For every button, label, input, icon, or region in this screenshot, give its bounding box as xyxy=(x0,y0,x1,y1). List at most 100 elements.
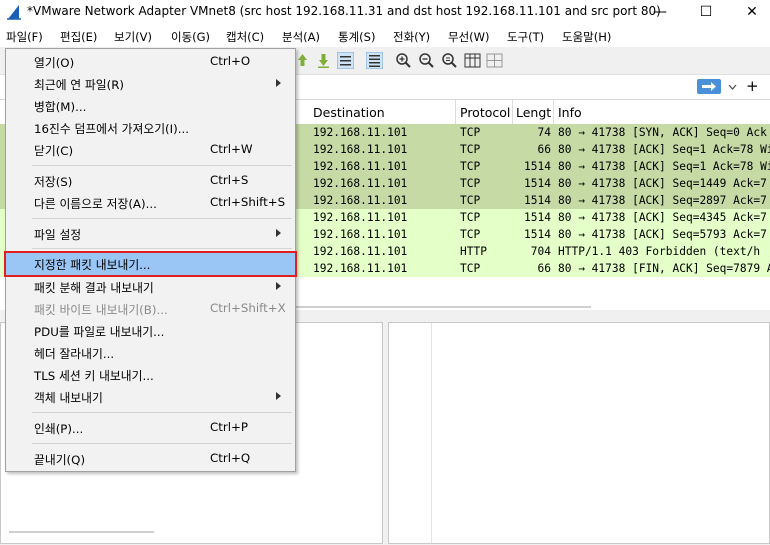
packet-bytes-pane[interactable] xyxy=(388,322,770,544)
menu-bar: 파일(F) 편집(E) 보기(V) 이동(G) 캡처(C) 분석(A) 통계(S… xyxy=(0,25,770,47)
packet-info: 80 → 41738 [ACK] Seq=5793 Ack=7 xyxy=(558,228,767,241)
packet-destination: 192.168.11.101 xyxy=(313,262,408,275)
packet-length: 1514 xyxy=(524,177,551,190)
zoom-reset-icon[interactable] xyxy=(441,52,458,69)
add-filter-button[interactable]: + xyxy=(746,77,759,95)
packet-length: 704 xyxy=(530,245,551,258)
close-button[interactable]: ✕ xyxy=(729,0,770,25)
title-bar: *VMware Network Adapter VMnet8 (src host… xyxy=(0,0,770,25)
window-title: *VMware Network Adapter VMnet8 (src host… xyxy=(27,4,661,18)
packet-length: 1514 xyxy=(524,211,551,224)
menu-open-recent[interactable]: 최근에 연 파일(R) xyxy=(6,73,295,95)
menu-help[interactable]: 도움말(H) xyxy=(562,29,611,45)
column-length[interactable]: Lengt xyxy=(516,105,551,120)
packet-info: 80 → 41738 [ACK] Seq=4345 Ack=7 xyxy=(558,211,767,224)
colorize-icon[interactable] xyxy=(366,52,383,69)
packet-info: 80 → 41738 [SYN, ACK] Seq=0 Ack xyxy=(558,126,767,139)
arrow-right-icon xyxy=(702,82,716,91)
menu-tools[interactable]: 도구(T) xyxy=(507,29,544,45)
chevron-down-icon[interactable] xyxy=(728,84,737,90)
submenu-arrow-icon xyxy=(276,282,281,290)
packet-length: 66 xyxy=(537,143,551,156)
details-scrollbar[interactable] xyxy=(9,531,154,533)
menu-edit[interactable]: 편집(E) xyxy=(60,29,97,45)
apply-filter-button[interactable] xyxy=(697,79,721,94)
menu-close[interactable]: 닫기(C) Ctrl+W xyxy=(6,139,295,161)
menu-separator xyxy=(32,443,292,444)
packet-protocol: TCP xyxy=(460,262,481,275)
submenu-arrow-icon xyxy=(276,229,281,237)
packet-destination: 192.168.11.101 xyxy=(313,228,408,241)
packet-protocol: HTTP xyxy=(460,245,487,258)
packet-protocol: TCP xyxy=(460,160,481,173)
menu-export-packet-bytes: 패킷 바이트 내보내기(B)... Ctrl+Shift+X xyxy=(34,301,286,317)
menu-merge[interactable]: 병합(M)... xyxy=(6,95,295,117)
menu-quit[interactable]: 끝내기(Q) Ctrl+Q xyxy=(6,448,295,470)
menu-separator xyxy=(32,248,292,249)
layout-icon[interactable] xyxy=(486,52,503,69)
menu-file-set[interactable]: 파일 설정 xyxy=(6,223,295,245)
menu-export-dissections[interactable]: 패킷 분해 결과 내보내기 xyxy=(6,276,295,298)
packet-destination: 192.168.11.101 xyxy=(313,177,408,190)
resize-columns-icon[interactable] xyxy=(464,52,481,69)
packet-destination: 192.168.11.101 xyxy=(313,126,408,139)
menu-go[interactable]: 이동(G) xyxy=(171,29,210,45)
packet-destination: 192.168.11.101 xyxy=(313,245,408,258)
menu-import-hex[interactable]: 16진수 덤프에서 가져오기(I)... xyxy=(6,117,295,139)
menu-export-specified-packets[interactable]: 지정한 패킷 내보내기... xyxy=(4,251,297,277)
column-separator[interactable] xyxy=(553,100,554,124)
menu-export-pdus[interactable]: PDU를 파일로 내보내기... xyxy=(6,320,295,342)
packet-info: 80 → 41738 [ACK] Seq=2897 Ack=7 xyxy=(558,194,767,207)
menu-save[interactable]: 저장(S) Ctrl+S xyxy=(6,170,295,192)
menu-wireless[interactable]: 무선(W) xyxy=(448,29,490,45)
column-destination[interactable]: Destination xyxy=(313,105,385,120)
go-last-icon[interactable] xyxy=(315,52,332,69)
menu-separator xyxy=(32,165,292,166)
menu-strip-headers[interactable]: 헤더 잘라내기... xyxy=(6,342,295,364)
packet-length: 74 xyxy=(537,126,551,139)
packet-length: 66 xyxy=(537,262,551,275)
zoom-in-icon[interactable] xyxy=(395,52,412,69)
menu-print[interactable]: 인쇄(P)... Ctrl+P xyxy=(6,417,295,439)
horizontal-scrollbar[interactable] xyxy=(296,306,591,308)
menu-telephony[interactable]: 전화(Y) xyxy=(393,29,430,45)
packet-destination: 192.168.11.101 xyxy=(313,211,408,224)
column-separator[interactable] xyxy=(512,100,513,124)
zoom-out-icon[interactable] xyxy=(418,52,435,69)
minimize-button[interactable]: — xyxy=(637,0,683,25)
column-protocol[interactable]: Protocol xyxy=(460,105,510,120)
autoscroll-icon[interactable] xyxy=(337,52,354,69)
maximize-button[interactable]: ☐ xyxy=(683,0,729,25)
column-info[interactable]: Info xyxy=(558,105,582,120)
packet-info: 80 → 41738 [FIN, ACK] Seq=7879 A xyxy=(558,262,770,275)
packet-protocol: TCP xyxy=(460,143,481,156)
packet-info: 80 → 41738 [ACK] Seq=1 Ack=78 Wi xyxy=(558,160,770,173)
packet-destination: 192.168.11.101 xyxy=(313,194,408,207)
packet-protocol: TCP xyxy=(460,194,481,207)
packet-length: 1514 xyxy=(524,160,551,173)
menu-export-tls-keys[interactable]: TLS 세션 키 내보내기... xyxy=(6,364,295,386)
wireshark-logo-icon xyxy=(7,5,21,20)
packet-info: 80 → 41738 [ACK] Seq=1449 Ack=7 xyxy=(558,177,767,190)
menu-open[interactable]: 열기(O) Ctrl+O xyxy=(6,51,295,73)
menu-file[interactable]: 파일(F) xyxy=(6,29,43,45)
packet-length: 1514 xyxy=(524,194,551,207)
menu-separator xyxy=(32,412,292,413)
bytes-gutter xyxy=(431,323,432,543)
packet-protocol: TCP xyxy=(460,177,481,190)
menu-capture[interactable]: 캡처(C) xyxy=(226,29,264,45)
packet-info: HTTP/1.1 403 Forbidden (text/h xyxy=(558,245,761,258)
packet-protocol: TCP xyxy=(460,211,481,224)
menu-statistics[interactable]: 통계(S) xyxy=(338,29,375,45)
go-first-icon[interactable] xyxy=(294,52,311,69)
menu-view[interactable]: 보기(V) xyxy=(114,29,152,45)
packet-length: 1514 xyxy=(524,228,551,241)
menu-separator xyxy=(32,218,292,219)
menu-export-objects[interactable]: 객체 내보내기 xyxy=(6,386,295,408)
submenu-arrow-icon xyxy=(276,392,281,400)
packet-protocol: TCP xyxy=(460,126,481,139)
menu-analyze[interactable]: 분석(A) xyxy=(282,29,320,45)
submenu-arrow-icon xyxy=(276,79,281,87)
menu-save-as[interactable]: 다른 이름으로 저장(A)... Ctrl+Shift+S xyxy=(6,192,295,214)
column-separator[interactable] xyxy=(455,100,456,124)
